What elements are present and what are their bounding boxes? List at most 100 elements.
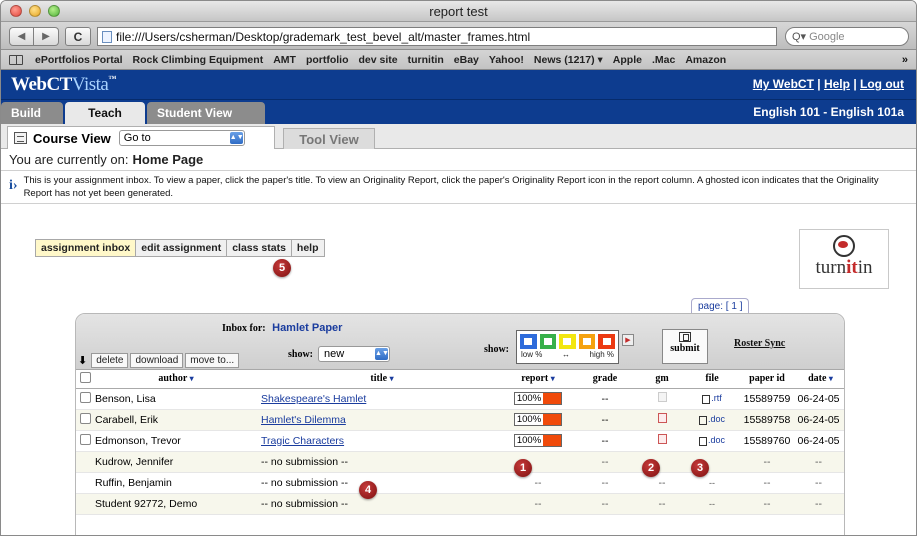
roster-sync-link[interactable]: Roster Sync	[734, 338, 785, 349]
column-date[interactable]: date ▾	[797, 370, 844, 389]
bookmark-item[interactable]: Yahoo!	[489, 54, 524, 66]
callout-badge: 2	[642, 459, 660, 477]
browser-window: report test ◀ ▶ C file:///Users/csherman…	[0, 0, 917, 536]
download-button[interactable]: download	[130, 353, 184, 368]
bookmark-item[interactable]: portfolio	[306, 54, 349, 66]
tab-class-stats[interactable]: class stats	[227, 239, 292, 257]
bookmark-item[interactable]: .Mac	[652, 54, 675, 66]
bookmark-item[interactable]: News (1217) ▾	[534, 54, 603, 66]
assignment-link[interactable]: Hamlet Paper	[272, 322, 342, 334]
swatch-red[interactable]	[598, 334, 615, 349]
sort-arrow-icon: ▾	[189, 374, 194, 384]
select-arrow-icon: ▲▼	[375, 348, 389, 360]
bookmark-item[interactable]: ePortfolios Portal	[35, 54, 123, 66]
column-grade: grade	[573, 370, 637, 389]
bookmark-item[interactable]: Amazon	[685, 54, 726, 66]
course-name: English 101 - English 101a	[753, 105, 904, 119]
bookmark-item[interactable]: dev site	[359, 54, 398, 66]
column-title[interactable]: title ▾	[261, 370, 503, 389]
upload-icon	[679, 332, 691, 342]
view-bar: Course View Go to ▲▼ Tool View	[1, 124, 916, 149]
grademark-icon[interactable]	[657, 434, 667, 444]
back-button[interactable]: ◀	[9, 27, 34, 46]
report-cell: --	[503, 472, 573, 494]
column-report[interactable]: report ▾	[503, 370, 573, 389]
column-file: file	[687, 370, 737, 389]
move-to-button[interactable]: move to...	[185, 353, 240, 368]
goto-select[interactable]: Go to ▲▼	[118, 130, 245, 146]
tab-help[interactable]: help	[291, 239, 325, 257]
gm-cell: --	[637, 472, 687, 494]
search-icon: Q▾	[792, 31, 807, 43]
file-cell[interactable]: .doc	[687, 409, 737, 431]
bookmarks-overflow-button[interactable]: »	[902, 54, 908, 66]
submit-button[interactable]: submit	[662, 329, 708, 364]
row-checkbox[interactable]	[80, 391, 91, 403]
tab-edit-assignment[interactable]: edit assignment	[136, 239, 228, 257]
paper-id-cell: --	[737, 493, 797, 515]
scale-low: low %	[521, 350, 543, 359]
search-input[interactable]: Q▾ Google	[785, 27, 909, 46]
page-icon	[102, 30, 112, 43]
logo-main: WebCT	[11, 74, 72, 95]
originality-report-icon[interactable]: 100%	[513, 434, 563, 447]
tab-teach[interactable]: Teach	[65, 102, 145, 124]
column-author[interactable]: author ▾	[91, 370, 261, 389]
bookmark-item[interactable]: Rock Climbing Equipment	[133, 54, 264, 66]
paper-title-link[interactable]: Hamlet's Dilemma	[261, 414, 346, 426]
no-submission-cell: -- no submission --	[261, 451, 503, 473]
tab-course-view[interactable]: Course View Go to ▲▼	[7, 126, 275, 149]
originality-color-filter: low % ↔ high %	[516, 330, 619, 364]
my-webct-link[interactable]: My WebCT	[753, 77, 814, 91]
inbox-header: Inbox for: Hamlet Paper ⬇ delete downloa…	[76, 314, 844, 370]
grademark-icon[interactable]	[657, 413, 667, 423]
location-current: Home Page	[132, 152, 204, 167]
delete-button[interactable]: delete	[91, 353, 129, 368]
turnitin-text-c: in	[857, 257, 873, 278]
mode-tabs: Build Teach Student View English 101 - E…	[1, 100, 916, 124]
table-row: Kudrow, Jennifer -- no submission -- -- …	[76, 451, 844, 473]
tab-assignment-inbox[interactable]: assignment inbox	[35, 239, 137, 257]
originality-report-icon[interactable]: 100%	[513, 413, 563, 426]
table-row: Carabell, Erik Hamlet's Dilemma 100% -- …	[76, 409, 844, 431]
file-cell[interactable]: .rtf	[687, 388, 737, 410]
select-arrow-icon: ▲▼	[229, 132, 244, 144]
author-cell: Benson, Lisa	[91, 388, 261, 410]
file-cell[interactable]: .doc	[687, 430, 737, 452]
color-filter-go-icon[interactable]: ▶	[622, 334, 634, 346]
bookmark-item[interactable]: eBay	[454, 54, 479, 66]
row-checkbox[interactable]	[80, 433, 91, 445]
pagination[interactable]: page: [ 1 ]	[691, 298, 750, 314]
swatch-orange[interactable]	[578, 334, 596, 349]
tab-build[interactable]: Build	[1, 102, 63, 124]
column-paper-id: paper id	[737, 370, 797, 389]
reload-button[interactable]: C	[65, 27, 91, 46]
help-link[interactable]: Help	[824, 77, 850, 91]
turnitin-text-b: it	[846, 257, 858, 278]
tab-tool-view[interactable]: Tool View	[283, 128, 375, 149]
row-checkbox[interactable]	[80, 412, 91, 424]
author-cell: Ruffin, Benjamin	[91, 472, 261, 494]
originality-report-icon[interactable]: 100%	[513, 392, 563, 405]
swatch-yellow[interactable]	[559, 334, 576, 349]
bookmark-item[interactable]: turnitin	[408, 54, 444, 66]
window-title: report test	[429, 4, 488, 19]
paper-title-link[interactable]: Shakespeare's Hamlet	[261, 393, 366, 405]
color-scale-legend: low % ↔ high %	[517, 349, 618, 359]
instructions-text: This is your assignment inbox. To view a…	[23, 175, 879, 199]
paper-title-link[interactable]: Tragic Characters	[261, 435, 344, 447]
paper-id-cell: --	[737, 451, 797, 473]
log-out-link[interactable]: Log out	[860, 77, 904, 91]
address-bar[interactable]: file:///Users/csherman/Desktop/grademark…	[97, 27, 777, 46]
show-select[interactable]: new ▲▼	[318, 346, 391, 362]
forward-button[interactable]: ▶	[34, 27, 59, 46]
bookmark-item[interactable]: AMT	[273, 54, 296, 66]
bookmark-item[interactable]: Apple	[613, 54, 642, 66]
webct-vista-logo: WebCTVista™	[11, 74, 116, 96]
select-all-checkbox[interactable]	[80, 371, 91, 383]
bookmarks-book-icon[interactable]	[9, 54, 23, 65]
tab-student-view[interactable]: Student View	[147, 102, 265, 124]
swatch-blue[interactable]	[520, 334, 537, 349]
swatch-green[interactable]	[539, 334, 557, 349]
url-text: file:///Users/csherman/Desktop/grademark…	[116, 29, 531, 44]
